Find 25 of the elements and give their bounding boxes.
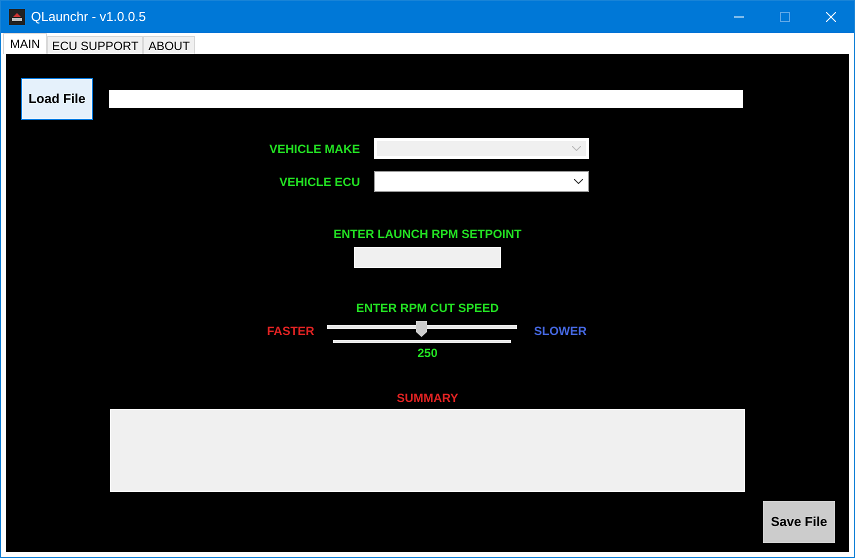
chevron-down-icon	[574, 179, 583, 184]
field-label: VEHICLE MAKE	[268, 140, 360, 158]
faster-label: FASTER	[267, 323, 316, 340]
file-path-field[interactable]	[109, 90, 743, 108]
load-file-button[interactable]: Load File	[21, 78, 93, 120]
maximize-icon	[780, 12, 790, 22]
summary-label: SUMMARY	[396, 390, 458, 407]
slower-label: SLOWER	[534, 323, 588, 340]
setpoint-field[interactable]	[354, 247, 501, 268]
field-label: VEHICLE ECU	[278, 174, 360, 190]
app-logo-icon	[9, 9, 25, 25]
chevron-down-icon	[572, 146, 581, 151]
save-file-button[interactable]: Save File	[763, 501, 835, 543]
slider-thumb[interactable]	[416, 321, 427, 337]
tab[interactable]: ECU SUPPORT	[47, 36, 144, 54]
speed-slider[interactable]	[327, 319, 517, 343]
close-icon	[826, 12, 836, 22]
tab[interactable]: MAIN	[3, 33, 47, 54]
cut-speed-label: ENTER RPM CUT SPEED	[356, 300, 499, 317]
window-title: QLaunchr - v1.0.0.5	[31, 8, 146, 26]
tab[interactable]: ABOUT	[143, 36, 195, 54]
setpoint-label: ENTER LAUNCH RPM SETPOINT	[333, 226, 522, 243]
summary-field[interactable]	[110, 409, 745, 492]
dropdown[interactable]	[374, 171, 589, 192]
cut-speed-value: 250	[417, 345, 438, 362]
